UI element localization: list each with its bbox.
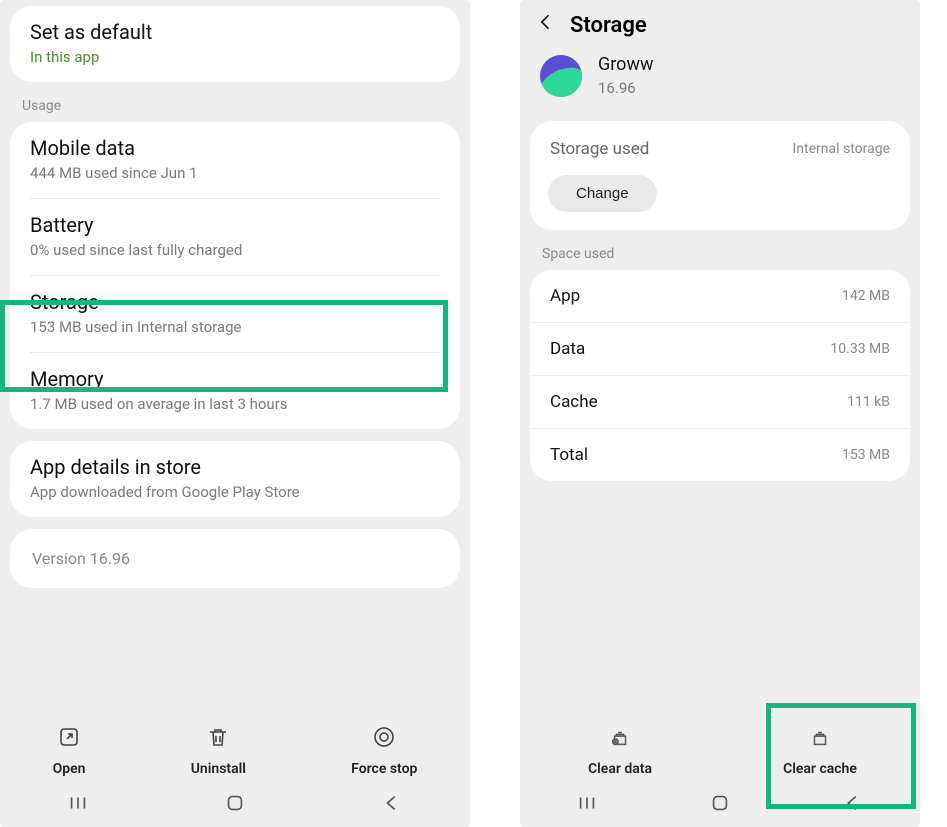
app-version: 16.96 [598, 79, 654, 97]
app-details-row[interactable]: App details in store App downloaded from… [10, 441, 460, 517]
clear-data-icon [609, 727, 631, 753]
clear-cache-icon [809, 727, 831, 753]
system-navbar [520, 783, 920, 827]
storage-title: Storage [30, 290, 440, 314]
open-label: Open [53, 761, 86, 777]
app-size-label: App [550, 286, 580, 306]
cache-size-label: Cache [550, 392, 598, 412]
memory-row[interactable]: Memory 1.7 MB used on average in last 3 … [10, 353, 460, 429]
cache-size-row: Cache 111 kB [530, 375, 910, 428]
clear-cache-label: Clear cache [783, 761, 857, 777]
clear-data-label: Clear data [588, 761, 652, 777]
data-size-value: 10.33 MB [830, 341, 890, 357]
set-as-default-sub: In this app [30, 48, 440, 66]
clear-cache-button[interactable]: Clear cache [750, 727, 890, 777]
cache-size-value: 111 kB [847, 394, 890, 410]
mobile-data-row[interactable]: Mobile data 444 MB used since Jun 1 [10, 122, 460, 198]
battery-sub: 0% used since last fully charged [30, 241, 440, 259]
app-details-title: App details in store [30, 455, 440, 479]
stop-icon [372, 725, 396, 753]
back-icon[interactable] [536, 12, 556, 38]
total-size-label: Total [550, 445, 588, 465]
battery-title: Battery [30, 213, 440, 237]
app-name: Groww [598, 54, 654, 75]
space-used-label: Space used [520, 236, 920, 264]
battery-row[interactable]: Battery 0% used since last fully charged [10, 199, 460, 275]
storage-screen: Storage Groww 16.96 Storage used Interna… [520, 0, 920, 827]
memory-sub: 1.7 MB used on average in last 3 hours [30, 395, 440, 413]
storage-row[interactable]: Storage 153 MB used in Internal storage [10, 276, 460, 352]
storage-sub: 153 MB used in Internal storage [30, 318, 440, 336]
app-size-row: App 142 MB [530, 270, 910, 322]
version-row: Version 16.96 [10, 529, 460, 588]
storage-action-bar: Clear data Clear cache [520, 709, 920, 783]
force-stop-label: Force stop [351, 761, 417, 777]
clear-data-button[interactable]: Clear data [550, 727, 690, 777]
storage-header: Storage [520, 0, 920, 46]
open-button[interactable]: Open [53, 725, 86, 777]
storage-used-row: Storage used Internal storage [530, 121, 910, 169]
open-icon [57, 725, 81, 753]
uninstall-button[interactable]: Uninstall [191, 725, 246, 777]
bottom-action-bar: Open Uninstall Force stop [0, 711, 470, 783]
storage-used-label: Storage used [550, 139, 649, 159]
data-size-row: Data 10.33 MB [530, 322, 910, 375]
app-size-value: 142 MB [842, 288, 890, 304]
set-as-default-title: Set as default [30, 20, 440, 44]
force-stop-button[interactable]: Force stop [351, 725, 417, 777]
mobile-data-title: Mobile data [30, 136, 440, 160]
uninstall-label: Uninstall [191, 761, 246, 777]
back-nav-icon[interactable] [842, 792, 864, 819]
mobile-data-sub: 444 MB used since Jun 1 [30, 164, 440, 182]
recents-nav-icon[interactable] [576, 792, 598, 819]
change-button[interactable]: Change [548, 175, 657, 212]
back-nav-icon[interactable] [381, 792, 403, 819]
app-details-sub: App downloaded from Google Play Store [30, 483, 440, 501]
storage-used-value: Internal storage [792, 141, 890, 157]
usage-section-label: Usage [0, 88, 470, 116]
total-size-row: Total 153 MB [530, 428, 910, 481]
app-info-screen: Set as default In this app Usage Mobile … [0, 0, 470, 827]
home-nav-icon[interactable] [709, 792, 731, 819]
storage-header-title: Storage [570, 13, 647, 38]
memory-title: Memory [30, 367, 440, 391]
app-row: Groww 16.96 [520, 46, 920, 117]
set-as-default-row[interactable]: Set as default In this app [10, 6, 460, 82]
recents-nav-icon[interactable] [67, 792, 89, 819]
home-nav-icon[interactable] [224, 792, 246, 819]
system-navbar [0, 783, 470, 827]
trash-icon [206, 725, 230, 753]
data-size-label: Data [550, 339, 585, 359]
total-size-value: 153 MB [842, 447, 890, 463]
groww-app-icon [540, 55, 582, 97]
